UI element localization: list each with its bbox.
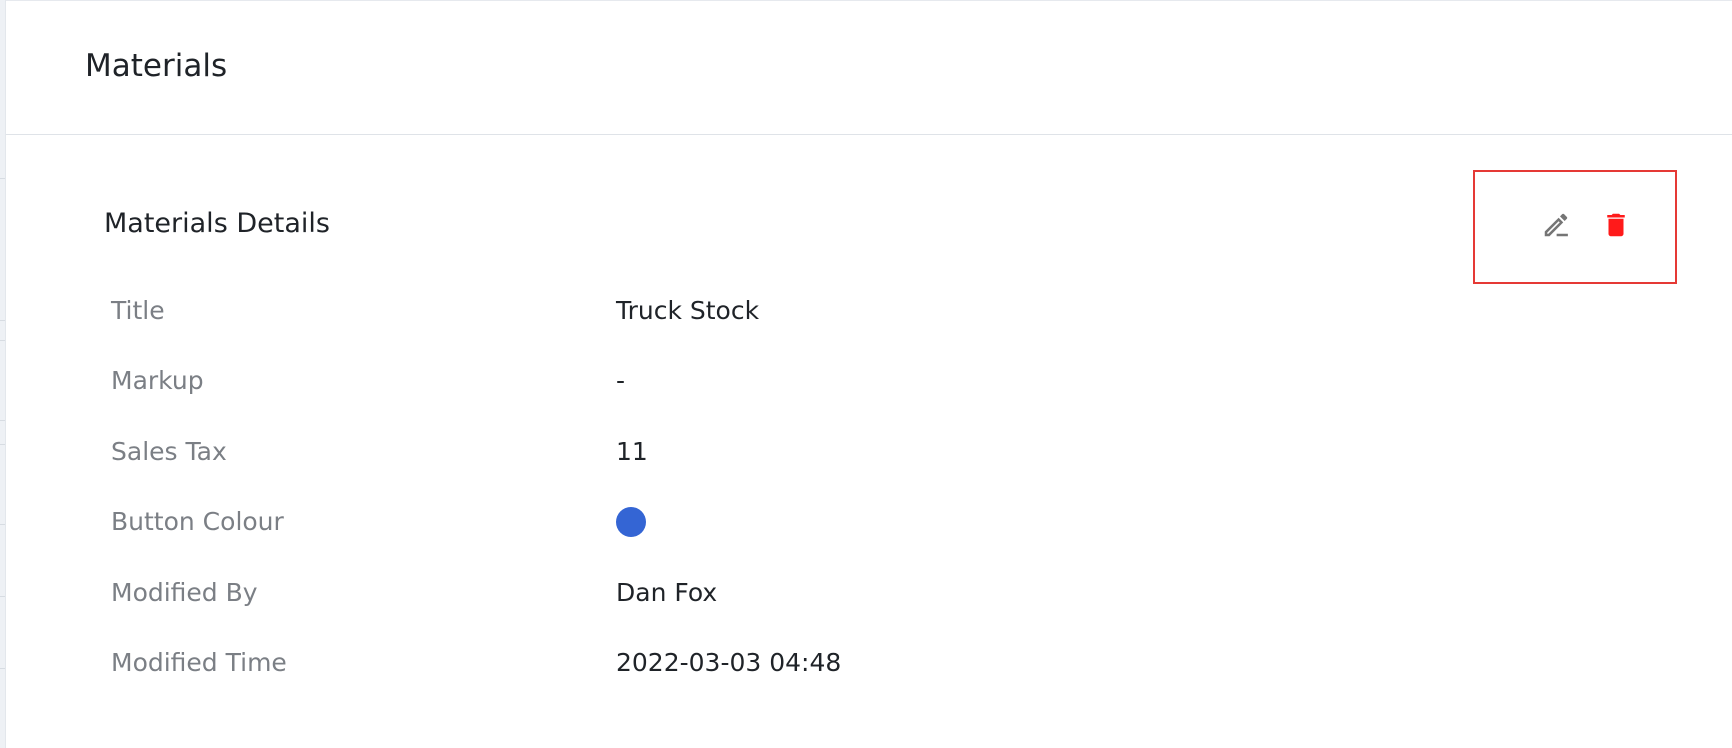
detail-label: Markup <box>111 366 204 395</box>
detail-value: Truck Stock <box>616 296 760 325</box>
detail-row-button-colour: Button Colour <box>0 502 1732 542</box>
detail-value: Dan Fox <box>616 578 718 607</box>
edit-button[interactable] <box>1538 207 1574 243</box>
detail-value: 11 <box>616 437 648 466</box>
detail-value: - <box>616 366 626 395</box>
page-title: Materials <box>85 48 228 84</box>
actions-highlight-box <box>1473 170 1677 284</box>
detail-row-sales-tax: Sales Tax 11 <box>0 432 1732 472</box>
detail-label: Modified By <box>111 578 258 607</box>
page: Materials Materials Details Title Truck … <box>0 0 1732 748</box>
detail-label: Modified Time <box>111 648 287 677</box>
detail-row-modified-time: Modified Time 2022-03-03 04:48 <box>0 643 1732 683</box>
detail-value: 2022-03-03 04:48 <box>616 648 842 677</box>
rail-divider <box>0 420 5 421</box>
detail-row-modified-by: Modified By Dan Fox <box>0 573 1732 613</box>
rail-divider <box>0 340 5 341</box>
rail-divider <box>0 178 5 179</box>
detail-row-markup: Markup - <box>0 361 1732 401</box>
detail-row-title: Title Truck Stock <box>0 291 1732 331</box>
delete-button[interactable] <box>1598 207 1634 243</box>
details-card-title: Materials Details <box>104 208 330 239</box>
detail-label: Title <box>111 296 165 325</box>
detail-label: Sales Tax <box>111 437 227 466</box>
page-header: Materials <box>6 1 1732 135</box>
pencil-icon <box>1544 213 1568 237</box>
button-colour-swatch <box>616 507 646 537</box>
detail-label: Button Colour <box>111 507 284 536</box>
trash-icon <box>1607 213 1625 237</box>
